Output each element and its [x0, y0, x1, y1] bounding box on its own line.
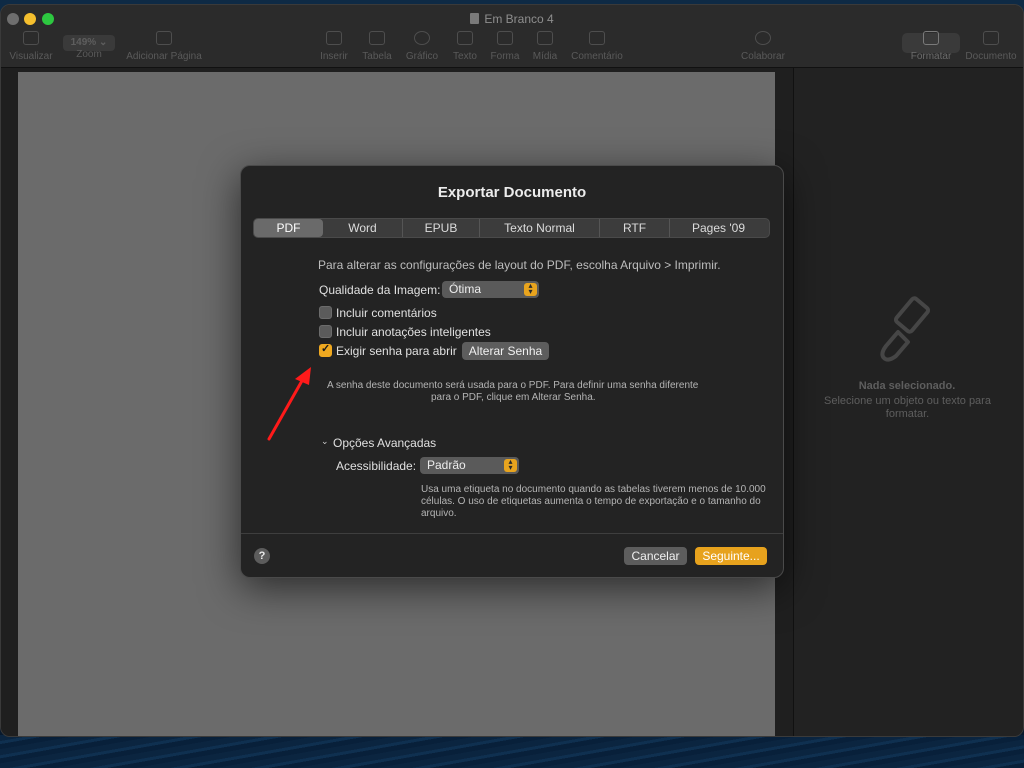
include-smart-annotations-label: Incluir anotações inteligentes [336, 325, 491, 339]
tab-epub[interactable]: EPUB [403, 219, 480, 237]
cancel-button[interactable]: Cancelar [624, 547, 687, 565]
advanced-options-toggle[interactable]: Opções Avançadas [333, 436, 436, 450]
document-label: Documento [965, 51, 1017, 62]
include-comments-checkbox[interactable] [319, 306, 332, 319]
insert-icon [326, 31, 342, 45]
toolbar-media-button[interactable]: Mídia [530, 31, 560, 62]
password-note-line-2: para o PDF, clique em Alterar Senha. [431, 392, 596, 403]
password-note-line-1: A senha deste documento será usada para … [327, 380, 699, 391]
dialog-title: Exportar Documento [437, 184, 587, 201]
export-format-tabs: PDF Word EPUB Texto Normal RTF Pages '09 [253, 218, 770, 238]
toolbar-view-label: Visualizar [9, 51, 53, 62]
table-label: Tabela [362, 51, 392, 62]
format-label: Formatar [910, 51, 952, 62]
tab-plain-text[interactable]: Texto Normal [480, 219, 600, 237]
media-icon [537, 31, 553, 45]
toolbar-text-button[interactable]: Texto [450, 31, 480, 62]
toolbar-chart-button[interactable]: Gráfico [404, 31, 440, 62]
accessibility-note-line-1: Usa uma etiqueta no documento quando as … [421, 484, 766, 495]
red-annotation-arrow [267, 367, 311, 441]
toolbar-document-button[interactable]: Documento [963, 31, 1019, 62]
require-password-checkbox[interactable] [319, 342, 332, 357]
accessibility-note-line-3: arquivo. [421, 508, 457, 519]
window-title-text: Em Branco 4 [484, 12, 554, 26]
sidebar-text: Selecione um objeto ou texto para format… [824, 395, 991, 420]
toolbar-view-button[interactable]: Visualizar [9, 31, 53, 62]
comment-icon [589, 31, 605, 45]
toolbar-table-button[interactable]: Tabela [360, 31, 394, 62]
chart-label: Gráfico [405, 51, 439, 62]
toolbar-comment-button[interactable]: Comentário [569, 31, 625, 62]
include-comments-label: Incluir comentários [336, 306, 437, 320]
tab-word[interactable]: Word [323, 219, 403, 237]
help-button[interactable]: ? [254, 548, 270, 564]
accessibility-note-line-2: células. O uso de etiquetas aumenta o te… [421, 496, 761, 507]
comment-label: Comentário [571, 51, 623, 62]
require-password-label: Exigir senha para abrir [336, 344, 457, 358]
image-quality-value: Ótima [449, 282, 482, 296]
paintbrush-icon [923, 31, 939, 45]
toolbar-format-button[interactable]: Formatar [907, 31, 955, 62]
dialog-divider [241, 533, 783, 534]
toolbar-shape-button[interactable]: Forma [489, 31, 521, 62]
accessibility-value: Padrão [427, 458, 466, 472]
titlebar: Em Branco 4 Visualizar 149% ⌄ Zoom Adici… [1, 5, 1023, 68]
insert-label: Inserir [320, 51, 348, 62]
media-label: Mídia [532, 51, 558, 62]
text-label: Texto [453, 51, 477, 62]
chevron-updown-icon: ▴ ▾ [524, 282, 537, 296]
text-icon [457, 31, 473, 45]
change-password-button[interactable]: Alterar Senha [462, 342, 549, 360]
toolbar-insert-button[interactable]: Inserir [318, 31, 350, 62]
shape-icon [497, 31, 513, 45]
chevron-updown-icon: ▴ ▾ [504, 458, 517, 472]
toolbar-add-page-button[interactable]: Adicionar Página [125, 31, 203, 62]
window-title: Em Branco 4 [1, 12, 1023, 26]
zoom-label-text: Zoom [76, 49, 102, 60]
desktop-background [0, 735, 1024, 768]
image-quality-select[interactable]: Ótima ▴ ▾ [442, 281, 539, 298]
tab-pages-09[interactable]: Pages '09 [670, 219, 767, 237]
export-dialog: Exportar Documento PDF Word EPUB Texto N… [240, 165, 784, 578]
pdf-layout-info: Para alterar as configurações de layout … [318, 258, 721, 272]
image-quality-label: Qualidade da Imagem: [319, 283, 441, 297]
table-icon [369, 31, 385, 45]
collaborate-icon [755, 31, 771, 45]
include-smart-annotations-checkbox[interactable] [319, 325, 332, 338]
add-page-label: Adicionar Página [126, 51, 202, 62]
next-button[interactable]: Seguinte... [695, 547, 767, 565]
sidebar-icon [23, 31, 39, 45]
shape-label: Forma [490, 51, 520, 62]
sidebar-title: Nada selecionado. [858, 380, 956, 392]
chevron-down-icon[interactable]: ⌄ [321, 436, 329, 447]
chart-icon [414, 31, 430, 45]
toolbar-zoom-label: Zoom [69, 49, 109, 60]
tab-pdf[interactable]: PDF [254, 219, 323, 237]
tab-rtf[interactable]: RTF [600, 219, 670, 237]
collaborate-label: Colaborar [741, 51, 785, 62]
toolbar-collaborate-button[interactable]: Colaborar [739, 31, 787, 62]
document-icon [470, 13, 480, 24]
accessibility-select[interactable]: Padrão ▴ ▾ [420, 457, 519, 474]
paintbrush-large-icon [880, 296, 931, 362]
add-page-icon [156, 31, 172, 45]
document-settings-icon [983, 31, 999, 45]
zoom-value: 149% [70, 37, 97, 48]
accessibility-label: Acessibilidade: [336, 459, 417, 473]
